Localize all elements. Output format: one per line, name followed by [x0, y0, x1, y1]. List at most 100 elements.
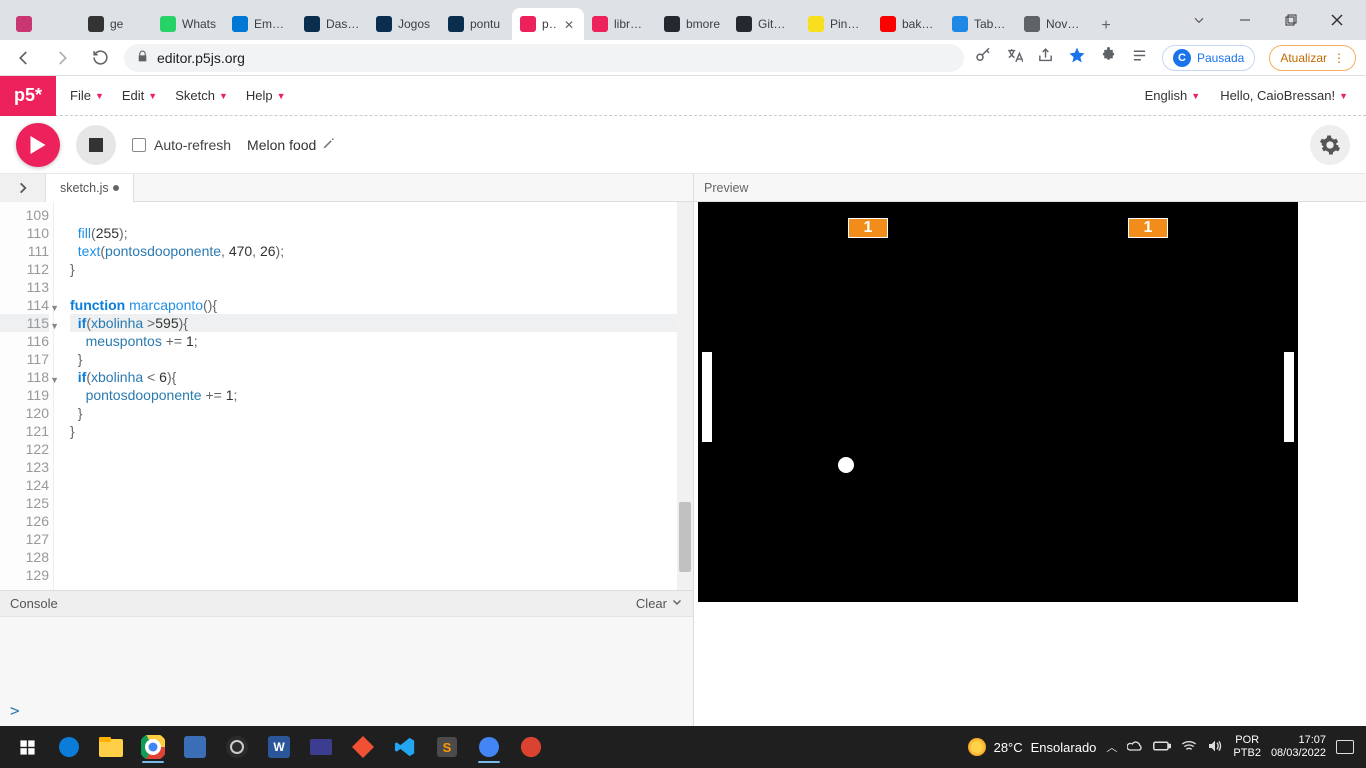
code-line[interactable] [70, 278, 693, 296]
user-menu[interactable]: Hello, CaioBressan!▼ [1220, 88, 1348, 103]
tray-chevron-up-icon[interactable]: ︿ [1106, 739, 1117, 755]
code-line[interactable] [70, 566, 693, 584]
system-tray[interactable]: ︿ [1106, 739, 1223, 756]
browser-tab[interactable]: librarie [584, 8, 656, 40]
code-line[interactable] [70, 476, 693, 494]
sketch-name[interactable]: Melon food [247, 137, 335, 153]
code-line[interactable]: } [70, 260, 693, 278]
window-minimize-button[interactable] [1222, 5, 1268, 35]
browser-tab[interactable]: ge [80, 8, 152, 40]
window-close-button[interactable] [1314, 5, 1360, 35]
code-editor[interactable]: 109110111112113114▼115▼116117118▼1191201… [0, 202, 693, 590]
browser-tab[interactable]: pontu [440, 8, 512, 40]
browser-tab[interactable]: Nova g [1016, 8, 1088, 40]
browser-tab[interactable]: p5.j✕ [512, 8, 584, 40]
file-tab-sketch[interactable]: sketch.js [46, 174, 134, 202]
browser-tab[interactable]: Ping-d [800, 8, 872, 40]
autorefresh-toggle[interactable]: Auto-refresh [132, 137, 231, 153]
taskbar-app-git[interactable] [346, 730, 380, 764]
code-line[interactable] [70, 494, 693, 512]
nav-reload-button[interactable] [86, 44, 114, 72]
browser-tab[interactable]: Whats [152, 8, 224, 40]
fold-arrow-icon[interactable]: ▼ [50, 371, 59, 389]
window-maximize-button[interactable] [1268, 5, 1314, 35]
p5-menu-sketch[interactable]: Sketch▼ [175, 88, 228, 103]
taskbar-app-vscode[interactable] [388, 730, 422, 764]
profile-paused-pill[interactable]: C Pausada [1162, 45, 1255, 71]
browser-tab[interactable] [8, 8, 80, 40]
settings-button[interactable] [1310, 125, 1350, 165]
taskbar-app-generic-2[interactable] [304, 730, 338, 764]
taskbar-app-generic-3[interactable] [514, 730, 548, 764]
update-pill[interactable]: Atualizar ⋮ [1269, 45, 1356, 71]
nav-back-button[interactable] [10, 44, 38, 72]
code-line[interactable]: meuspontos += 1; [70, 332, 693, 350]
new-tab-button[interactable]: + [1092, 12, 1120, 40]
taskbar-app-generic-1[interactable] [178, 730, 212, 764]
taskbar-app-edge[interactable] [52, 730, 86, 764]
key-icon[interactable] [974, 46, 992, 69]
p5-menu-edit[interactable]: Edit▼ [122, 88, 157, 103]
close-icon[interactable]: ✕ [564, 18, 576, 30]
taskbar-weather[interactable]: 28°C Ensolarado [968, 738, 1097, 756]
taskbar-app-explorer[interactable] [94, 730, 128, 764]
notifications-icon[interactable] [1336, 740, 1354, 754]
code-line[interactable] [70, 530, 693, 548]
p5-menu-help[interactable]: Help▼ [246, 88, 286, 103]
taskbar-app-sublime[interactable]: S [430, 730, 464, 764]
code-line[interactable]: if(xbolinha >595){ [70, 314, 693, 332]
taskbar-app-obs[interactable] [220, 730, 254, 764]
p5-logo[interactable]: p5* [0, 76, 56, 116]
nav-forward-button[interactable] [48, 44, 76, 72]
p5-menu-file[interactable]: File▼ [70, 88, 104, 103]
chrome-chevron-icon[interactable] [1176, 5, 1222, 35]
translate-icon[interactable] [1006, 47, 1023, 69]
code-line[interactable] [70, 458, 693, 476]
fold-arrow-icon[interactable]: ▼ [50, 317, 59, 335]
play-button[interactable] [16, 123, 60, 167]
fold-arrow-icon[interactable]: ▼ [50, 299, 59, 317]
code-line[interactable]: } [70, 422, 693, 440]
code-line[interactable] [70, 512, 693, 530]
wifi-icon[interactable] [1181, 739, 1197, 756]
scrollbar-thumb[interactable] [679, 502, 691, 572]
volume-icon[interactable] [1207, 739, 1223, 756]
url-input[interactable]: editor.p5js.org [124, 44, 964, 72]
stop-button[interactable] [76, 125, 116, 165]
reading-list-icon[interactable] [1131, 47, 1148, 69]
language-menu[interactable]: English▼ [1145, 88, 1201, 103]
code-line[interactable]: } [70, 350, 693, 368]
code-line[interactable] [70, 206, 693, 224]
browser-tab[interactable]: Email – [224, 8, 296, 40]
code-line[interactable]: pontosdooponente += 1; [70, 386, 693, 404]
console-body[interactable]: > [0, 616, 693, 726]
browser-tab[interactable]: Dashb [296, 8, 368, 40]
taskbar-app-chrome[interactable] [136, 730, 170, 764]
browser-tab[interactable]: bmore [656, 8, 728, 40]
browser-tab[interactable]: Jogos [368, 8, 440, 40]
battery-icon[interactable] [1153, 740, 1171, 755]
taskbar-app-chrome-2[interactable] [472, 730, 506, 764]
console-clear-button[interactable]: Clear [636, 596, 683, 611]
onedrive-icon[interactable] [1127, 740, 1143, 755]
sidebar-expand-button[interactable] [0, 174, 46, 202]
code-line[interactable]: text(pontosdooponente, 470, 26); [70, 242, 693, 260]
scrollbar-track[interactable] [677, 202, 693, 590]
browser-tab[interactable]: Tabela [944, 8, 1016, 40]
code-content[interactable]: fill(255); text(pontosdooponente, 470, 2… [54, 202, 693, 590]
code-line[interactable]: if(xbolinha < 6){ [70, 368, 693, 386]
game-canvas[interactable]: 1 1 [698, 202, 1298, 602]
extensions-icon[interactable] [1100, 47, 1117, 69]
start-button[interactable] [6, 726, 48, 768]
code-line[interactable]: function marcaponto(){ [70, 296, 693, 314]
code-line[interactable]: fill(255); [70, 224, 693, 242]
taskbar-clock[interactable]: 17:07 08/03/2022 [1271, 734, 1326, 760]
code-line[interactable]: } [70, 404, 693, 422]
taskbar-language[interactable]: POR PTB2 [1233, 734, 1261, 760]
code-line[interactable] [70, 440, 693, 458]
taskbar-app-word[interactable]: W [262, 730, 296, 764]
browser-tab[interactable]: baki re [872, 8, 944, 40]
bookmark-star-icon[interactable] [1068, 46, 1086, 69]
browser-tab[interactable]: GitHub [728, 8, 800, 40]
code-line[interactable] [70, 548, 693, 566]
